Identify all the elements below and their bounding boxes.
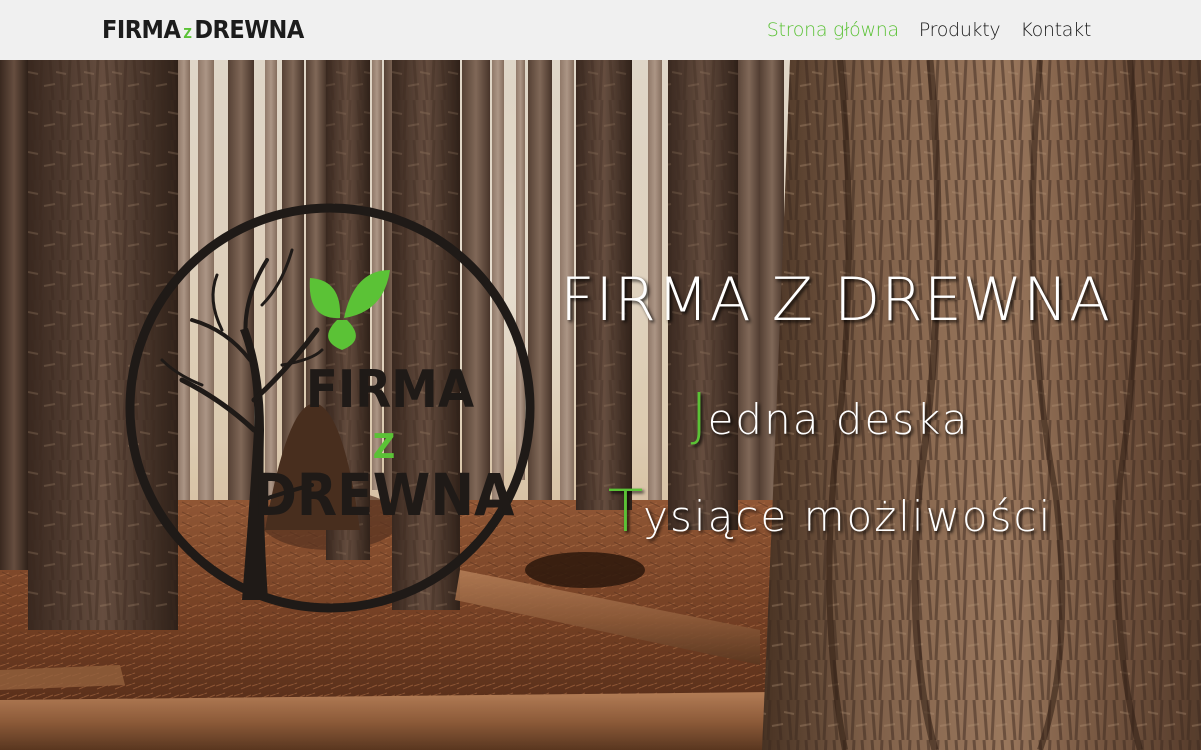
logo-text-firma: FIRMA xyxy=(306,360,474,420)
brand-word-z: Z xyxy=(183,27,192,42)
navbar: FIRMA Z DREWNA Strona główna Produkty Ko… xyxy=(0,0,1201,60)
brand-word-firma: FIRMA xyxy=(102,15,181,44)
main-nav: Strona główna Produkty Kontakt xyxy=(767,0,1092,60)
nav-link-contact[interactable]: Kontakt xyxy=(1020,19,1091,41)
hero-title: FIRMA Z DREWNA xyxy=(560,265,1112,335)
nav-link-products[interactable]: Produkty xyxy=(919,19,1001,41)
tagline-2-initial: T xyxy=(607,477,644,545)
logo-text-drewna: DREWNA xyxy=(254,461,515,529)
tagline-1-text: edna deska xyxy=(707,395,970,444)
tagline-1-initial: J xyxy=(690,380,708,448)
firma-logo-emblem: FIRMA Z DREWNA xyxy=(125,203,535,613)
hero-section: FIRMA Z DREWNA FIRMA Z DREWNA Jedna desk… xyxy=(0,60,1201,750)
brand-logo[interactable]: FIRMA Z DREWNA xyxy=(102,14,304,46)
tagline-line-1: Jedna deska xyxy=(540,380,1120,448)
tagline-2-text: ysiące możliwości xyxy=(643,492,1053,541)
tagline-line-2: Tysiące możliwości xyxy=(540,477,1120,545)
brand-word-drewna: DREWNA xyxy=(194,15,304,44)
nav-link-home[interactable]: Strona główna xyxy=(767,19,899,41)
logo-leaf-icon xyxy=(309,270,390,350)
